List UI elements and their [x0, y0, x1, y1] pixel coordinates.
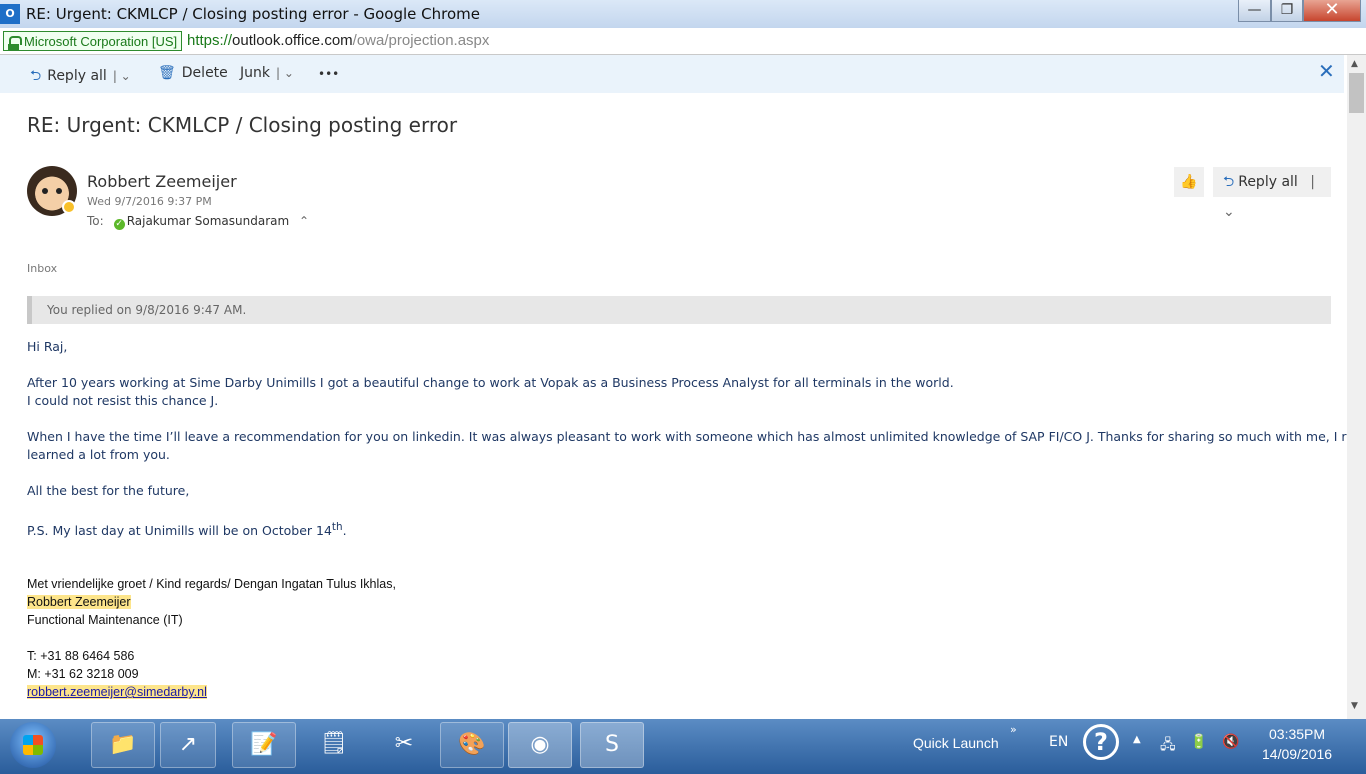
body-paragraph-1-line-2: I could not resist this chance J. [27, 393, 219, 408]
system-clock[interactable]: 03:35PM 14/09/2016 [1262, 724, 1332, 764]
palette-icon: 🎨 [458, 732, 486, 757]
power-icon[interactable]: 🔋 [1190, 734, 1207, 750]
command-bar: ⮌ Reply all | ⌄ 🗑 Delete Junk | ⌄ ••• ✕ [0, 55, 1344, 93]
postscript-end: . [342, 523, 347, 539]
vertical-scrollbar[interactable]: ▲ ▼ [1347, 55, 1366, 719]
to-label: To: [87, 214, 104, 228]
taskbar-paint[interactable]: 🎨 [440, 722, 504, 768]
outlook-icon: O [0, 4, 20, 24]
url-text[interactable]: https://outlook.office.com/owa/projectio… [187, 32, 489, 49]
signature-email-link[interactable]: robbert.zeemeijer@simedarby.nl [27, 685, 207, 699]
scissors-icon: ✂ [394, 731, 414, 756]
language-indicator[interactable]: EN [1049, 734, 1068, 750]
postscript-superscript: th [331, 521, 343, 533]
delete-label: Delete [181, 65, 228, 81]
chevron-down-icon[interactable]: | ⌄ [276, 66, 294, 80]
delete-button[interactable]: 🗑 Delete [158, 65, 228, 81]
minimize-button[interactable]: — [1238, 0, 1271, 22]
signature-phone: T: +31 88 6464 586 [27, 649, 135, 663]
volume-muted-icon[interactable]: 🔇 [1222, 734, 1239, 750]
reply-all-icon: ⮌ [1223, 174, 1235, 190]
taskbar-explorer[interactable]: 📁 [91, 722, 155, 768]
folder-icon: 📁 [109, 732, 137, 757]
signature-closing: Met vriendelijke groet / Kind regards/ D… [27, 577, 396, 591]
thumbs-up-icon: 👍 [1180, 174, 1198, 190]
body-greeting: Hi Raj, [27, 339, 68, 354]
signature-role: Functional Maintenance (IT) [27, 613, 183, 627]
ev-certificate-label: Microsoft Corporation [US] [24, 34, 178, 49]
clock-time: 03:35PM [1269, 726, 1326, 742]
help-icon[interactable]: ? [1083, 724, 1119, 760]
skype-icon: S [605, 732, 619, 757]
window-title: RE: Urgent: CKMLCP / Closing posting err… [26, 5, 480, 23]
close-reading-pane-button[interactable]: ✕ [1318, 59, 1335, 83]
body-paragraph-1-line-1: After 10 years working at Sime Darby Uni… [27, 375, 954, 390]
chevron-right-icon[interactable]: » [1010, 723, 1017, 736]
body-postscript: P.S. My last day at Unimills will be on … [27, 521, 347, 538]
recipients-line: To: ✓ Rajakumar Somasundaram ⌃ [87, 214, 309, 230]
postscript-text: P.S. My last day at Unimills will be on … [27, 523, 332, 539]
scroll-up-icon[interactable]: ▲ [1351, 59, 1358, 69]
replied-notice[interactable]: You replied on 9/8/2016 9:47 AM. [27, 296, 1331, 324]
trash-icon: 🗑 [158, 65, 176, 81]
notepad-icon: 📝 [250, 732, 278, 757]
body-paragraph-2-line-2: learned a lot from you. [27, 447, 170, 462]
windows-logo-icon [23, 735, 43, 755]
like-button[interactable]: 👍 [1174, 167, 1204, 197]
avatar-eye [56, 188, 62, 194]
sticky-notes-icon: 🗒 [320, 731, 348, 756]
avatar-eye [42, 188, 48, 194]
taskbar: 📁 ↗ 📝 🗒 ✂ 🎨 ◉ S Quick Launch » EN ? ▲ 🖧 … [0, 719, 1366, 774]
chevron-down-icon[interactable]: | ⌄ [113, 69, 131, 83]
body-paragraph-2-line-1: When I have the time I’ll leave a recomm… [27, 429, 1366, 444]
network-icon[interactable]: 🖧 [1160, 734, 1176, 758]
taskbar-app[interactable]: ↗ [160, 722, 216, 768]
start-button[interactable] [10, 722, 56, 768]
signature-mobile: M: +31 62 3218 009 [27, 667, 139, 681]
clock-date: 14/09/2016 [1262, 746, 1333, 762]
taskbar-notepad[interactable]: 📝 [232, 722, 296, 768]
junk-label: Junk [240, 65, 270, 81]
signature-email: robbert.zeemeijer@simedarby.nl [27, 685, 207, 699]
body-paragraph-3: All the best for the future, [27, 483, 190, 498]
reply-all-label: Reply all [1238, 174, 1298, 190]
more-actions-button[interactable]: ••• [318, 67, 339, 81]
reply-all-label: Reply all [47, 68, 107, 84]
maximize-button[interactable]: ❐ [1271, 0, 1303, 22]
url-path: /owa/projection.aspx [352, 32, 490, 49]
close-window-button[interactable]: ✕ [1303, 0, 1361, 22]
url-scheme: https:// [187, 32, 233, 49]
signature-name-text: Robbert Zeemeijer [27, 595, 131, 609]
reply-all-button[interactable]: ⮌ Reply all | ⌄ [30, 65, 131, 89]
signature-name: Robbert Zeemeijer [27, 595, 131, 609]
window-titlebar: O RE: Urgent: CKMLCP / Closing posting e… [0, 0, 1366, 28]
scroll-down-icon[interactable]: ▼ [1351, 701, 1358, 711]
sender-name[interactable]: Robbert Zeemeijer [87, 172, 237, 191]
presence-available-icon: ✓ [113, 219, 125, 230]
junk-button[interactable]: Junk | ⌄ [240, 65, 294, 81]
taskbar-skype[interactable]: S [580, 722, 644, 768]
ev-certificate-badge[interactable]: Microsoft Corporation [US] [3, 31, 183, 51]
taskbar-sticky-notes[interactable]: 🗒 [302, 722, 366, 768]
address-bar[interactable]: Microsoft Corporation [US] https://outlo… [0, 28, 1366, 55]
message-subject: RE: Urgent: CKMLCP / Closing posting err… [27, 113, 458, 137]
taskbar-snipping-tool[interactable]: ✂ [372, 722, 436, 768]
sent-date: Wed 9/7/2016 9:37 PM [87, 195, 212, 208]
tray-expand-icon[interactable]: ▲ [1133, 734, 1141, 745]
message-reply-all-button[interactable]: ⮌ Reply all | ⌄ [1213, 167, 1331, 220]
quick-launch-label[interactable]: Quick Launch [913, 735, 999, 751]
collapse-recipients-icon[interactable]: ⌃ [299, 214, 309, 228]
url-host: outlook.office.com [232, 32, 353, 49]
lock-icon [8, 36, 22, 51]
presence-away-icon [62, 200, 76, 214]
folder-label[interactable]: Inbox [27, 262, 57, 275]
recipient-name[interactable]: Rajakumar Somasundaram [127, 214, 290, 228]
reply-all-icon: ⮌ [30, 68, 42, 84]
app-icon: ↗ [178, 732, 198, 757]
chrome-icon: ◉ [530, 732, 550, 757]
taskbar-chrome[interactable]: ◉ [508, 722, 572, 768]
scrollbar-thumb[interactable] [1349, 73, 1364, 113]
